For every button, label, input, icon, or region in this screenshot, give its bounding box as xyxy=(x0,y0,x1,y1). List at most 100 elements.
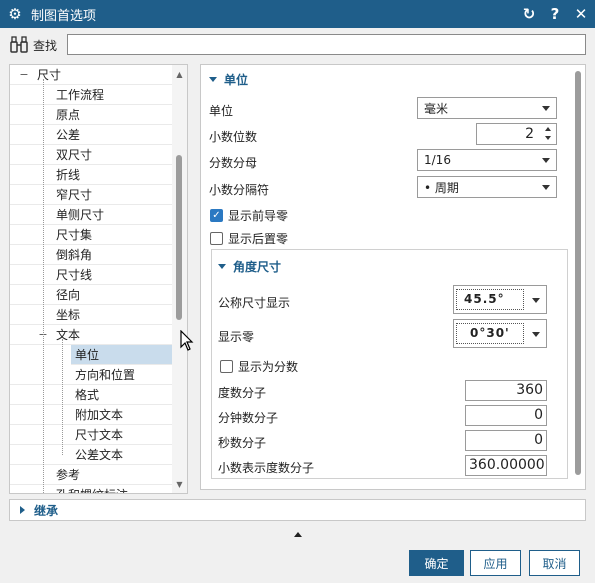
spin-down-icon[interactable] xyxy=(545,136,551,140)
show-as-fraction-checkbox[interactable]: 显示为分数 xyxy=(220,358,298,375)
tree-item[interactable]: 窄尺寸 xyxy=(10,185,172,205)
scroll-up-arrow-icon[interactable]: ▲ xyxy=(172,67,187,81)
tree-item[interactable]: 尺寸集 xyxy=(10,225,172,245)
settings-panel: 单位 单位 毫米 小数位数 2 分数分母 1/16 小数分隔符 • 周期 ✓ 显… xyxy=(200,64,586,490)
inherit-section-header[interactable]: 继承 xyxy=(9,499,586,521)
unit-value: 毫米 xyxy=(424,101,449,116)
tree-item-label: 原点 xyxy=(56,108,81,122)
units-section-title: 单位 xyxy=(224,73,249,87)
tree-scroll-thumb[interactable] xyxy=(176,155,182,320)
unit-label: 单位 xyxy=(209,104,234,118)
tree-item-label: 双尺寸 xyxy=(56,148,93,162)
show-leading-zeros-checkbox[interactable]: ✓ 显示前导零 xyxy=(210,207,288,224)
nominal-display-dropdown[interactable]: 45.5° xyxy=(453,285,547,314)
collapse-up-arrow-icon[interactable] xyxy=(294,532,302,537)
tree-item[interactable]: 尺寸文本 xyxy=(10,425,172,445)
tree-item-label: 单侧尺寸 xyxy=(56,208,105,222)
chevron-down-icon xyxy=(532,332,540,337)
tree-item-label: 窄尺寸 xyxy=(56,188,93,202)
collapse-triangle-icon xyxy=(209,77,217,82)
tree-item-label: 坐标 xyxy=(56,308,81,322)
search-label: 查找 xyxy=(33,38,58,53)
tree-item[interactable]: 折线 xyxy=(10,165,172,185)
settings-scrollbar-thumb[interactable] xyxy=(575,71,581,475)
scroll-down-arrow-icon[interactable]: ▼ xyxy=(172,477,187,491)
gear-icon: ⚙ xyxy=(8,5,22,23)
degree-numerator-field[interactable]: 360 xyxy=(465,380,547,401)
decimal-separator-value: • 周期 xyxy=(424,180,459,195)
tree-item[interactable]: 孔和螺纹标注 xyxy=(10,485,172,493)
tree-item[interactable]: 附加文本 xyxy=(10,405,172,425)
close-icon[interactable]: ✕ xyxy=(573,4,589,24)
unit-dropdown[interactable]: 毫米 xyxy=(417,97,557,119)
chevron-down-icon xyxy=(532,298,540,303)
show-trailing-zeros-checkbox[interactable]: 显示后置零 xyxy=(210,230,288,247)
tree-item-label: 折线 xyxy=(56,168,81,182)
tree-item-label: 径向 xyxy=(56,288,81,302)
degree-numerator-label: 度数分子 xyxy=(218,386,267,400)
tree-item[interactable]: 尺寸 xyxy=(10,65,172,85)
tree-item[interactable]: 格式 xyxy=(10,385,172,405)
tree-item-label: 尺寸 xyxy=(37,68,62,82)
tree-scrollbar[interactable]: ▲ ▼ xyxy=(172,65,187,493)
tree-item[interactable]: 尺寸线 xyxy=(10,265,172,285)
minute-numerator-field[interactable]: 0 xyxy=(465,405,547,426)
tree-item[interactable]: 方向和位置 xyxy=(10,365,172,385)
tree-item-label: 尺寸文本 xyxy=(75,428,124,442)
help-icon[interactable]: ? xyxy=(547,4,563,24)
show-trailing-zeros-label: 显示后置零 xyxy=(228,232,289,246)
tree-item-label: 单位 xyxy=(75,348,100,362)
tree-item-label: 尺寸线 xyxy=(56,268,93,282)
second-numerator-field[interactable]: 0 xyxy=(465,430,547,451)
tree-item[interactable]: 公差文本 xyxy=(10,445,172,465)
decimal-degree-numerator-field[interactable]: 360.00000 xyxy=(465,455,547,476)
tree-item-label: 尺寸集 xyxy=(56,228,93,242)
decimals-label: 小数位数 xyxy=(209,130,258,144)
tree-item-label: 文本 xyxy=(56,328,81,342)
show-zero-dropdown[interactable]: 0°30' xyxy=(453,319,547,348)
angle-dimension-group: 角度尺寸 公称尺寸显示 45.5° 显示零 0°30' 显示为分数 度数分子 3… xyxy=(211,249,568,479)
spin-up-icon[interactable] xyxy=(545,127,551,131)
angle-section-title: 角度尺寸 xyxy=(233,260,282,274)
tree-item-label: 参考 xyxy=(56,468,81,482)
search-input[interactable] xyxy=(67,34,586,55)
decimal-degree-numerator-label: 小数表示度数分子 xyxy=(218,461,315,475)
tree-item[interactable]: 单侧尺寸 xyxy=(10,205,172,225)
fraction-denominator-label: 分数分母 xyxy=(209,156,258,170)
show-leading-zeros-label: 显示前导零 xyxy=(228,209,289,223)
tree-item[interactable]: 工作流程 xyxy=(10,85,172,105)
chevron-down-icon xyxy=(542,106,550,111)
tree-item[interactable]: 公差 xyxy=(10,125,172,145)
angle-section-header[interactable]: 角度尺寸 xyxy=(218,258,281,275)
apply-button[interactable]: 应用 xyxy=(470,550,521,576)
tree-item[interactable]: 单位 xyxy=(71,345,172,365)
units-section-header[interactable]: 单位 xyxy=(209,71,248,88)
show-zero-label: 显示零 xyxy=(218,330,255,344)
tree-item[interactable]: 参考 xyxy=(10,465,172,485)
tree-item[interactable]: 双尺寸 xyxy=(10,145,172,165)
decimals-stepper[interactable]: 2 xyxy=(476,123,557,145)
cancel-button[interactable]: 取消 xyxy=(529,550,580,576)
tree-item[interactable]: 坐标 xyxy=(10,305,172,325)
checkbox-unchecked-icon[interactable] xyxy=(220,360,233,373)
fraction-denominator-dropdown[interactable]: 1/16 xyxy=(417,149,557,171)
tree-item-label: 附加文本 xyxy=(75,408,124,422)
tree-item[interactable]: 径向 xyxy=(10,285,172,305)
tree-guide-line xyxy=(43,79,44,493)
tree-collapse-icon[interactable]: − xyxy=(19,68,29,81)
ok-button[interactable]: 确定 xyxy=(409,550,464,576)
tree-item[interactable]: 文本 xyxy=(10,325,172,345)
show-as-fraction-label: 显示为分数 xyxy=(238,360,299,374)
checkbox-checked-icon[interactable]: ✓ xyxy=(210,209,223,222)
decimal-separator-dropdown[interactable]: • 周期 xyxy=(417,176,557,198)
reset-icon[interactable]: ↻ xyxy=(521,4,537,24)
search-row: 查找 xyxy=(8,34,588,56)
second-numerator-label: 秒数分子 xyxy=(218,436,267,450)
minute-numerator-label: 分钟数分子 xyxy=(218,411,279,425)
tree-guide-line xyxy=(62,339,63,455)
expand-triangle-icon xyxy=(20,506,25,514)
tree-item[interactable]: 原点 xyxy=(10,105,172,125)
tree-item-label: 方向和位置 xyxy=(75,368,136,382)
tree-item[interactable]: 倒斜角 xyxy=(10,245,172,265)
checkbox-unchecked-icon[interactable] xyxy=(210,232,223,245)
